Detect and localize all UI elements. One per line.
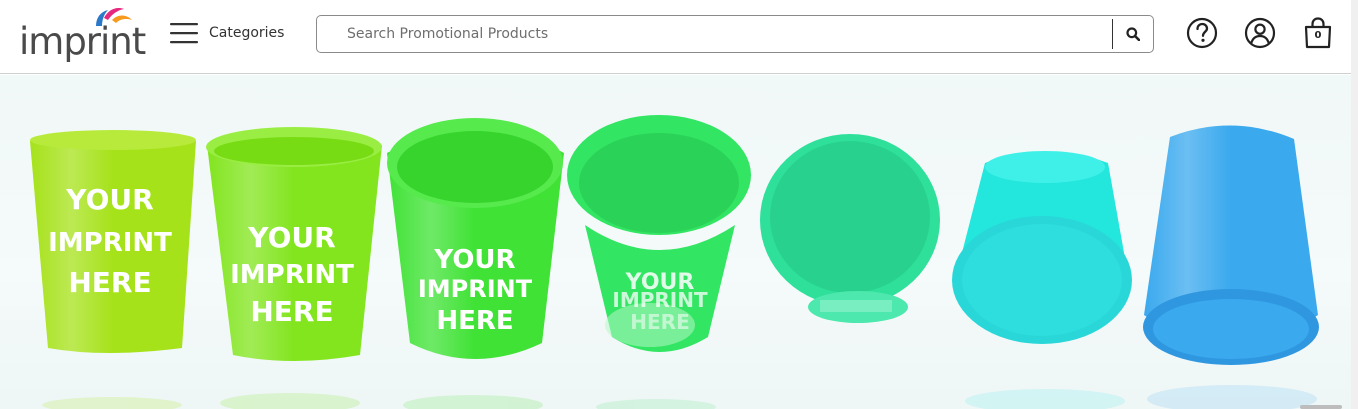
- cup-4-line-2: IMPRINT: [612, 288, 708, 312]
- search-button[interactable]: [1114, 17, 1152, 51]
- imprint-logo[interactable]: imprint: [18, 6, 146, 66]
- site-header: imprint Categories Search Promotional Pr…: [0, 0, 1351, 74]
- cup-2-line-1: YOUR: [247, 221, 335, 254]
- help-icon: [1186, 17, 1218, 49]
- cup-3-line-2: IMPRINT: [418, 275, 533, 303]
- cup-3-line-1: YOUR: [433, 245, 515, 275]
- help-button[interactable]: [1186, 16, 1218, 50]
- cup-1-line-2: IMPRINT: [48, 228, 172, 258]
- search-bar: [316, 15, 1154, 53]
- cup-3: YOUR IMPRINT HERE: [387, 118, 564, 359]
- cup-reflections: [42, 385, 1317, 409]
- categories-menu-button[interactable]: Categories: [170, 18, 284, 48]
- categories-label: Categories: [209, 25, 285, 41]
- search-input[interactable]: [318, 17, 1111, 51]
- hero-banner[interactable]: YOUR IMPRINT HERE YOUR IMPRINT HERE YOUR…: [0, 75, 1351, 409]
- search-divider: [1112, 19, 1113, 49]
- cup-7: [1143, 125, 1319, 365]
- cart-count-badge: 0: [1314, 30, 1322, 41]
- cup-2: YOUR IMPRINT HERE: [206, 127, 382, 361]
- cup-1-line-1: YOUR: [65, 183, 153, 216]
- hero-cups-image: YOUR IMPRINT HERE YOUR IMPRINT HERE YOUR…: [30, 115, 1319, 409]
- cup-1-line-3: HERE: [68, 266, 151, 299]
- cup-3-line-3: HERE: [436, 306, 513, 336]
- cup-6: [952, 151, 1132, 344]
- cart-button[interactable]: 0: [1302, 16, 1334, 50]
- account-button[interactable]: [1244, 16, 1276, 50]
- cup-1: YOUR IMPRINT HERE: [30, 130, 196, 353]
- page-scrollbar[interactable]: [1351, 0, 1358, 409]
- search-icon: [1126, 27, 1140, 41]
- cup-2-line-2: IMPRINT: [230, 260, 354, 290]
- logo-wordmark: imprint: [19, 20, 146, 63]
- carousel-scroll-thumb[interactable]: [1300, 405, 1342, 409]
- cup-4-line-3: HERE: [630, 310, 689, 334]
- cup-5: [760, 134, 940, 323]
- user-icon: [1244, 17, 1276, 49]
- hamburger-icon: [170, 23, 198, 44]
- cup-2-line-3: HERE: [250, 295, 333, 328]
- cup-4: YOUR IMPRINT HERE: [567, 115, 751, 352]
